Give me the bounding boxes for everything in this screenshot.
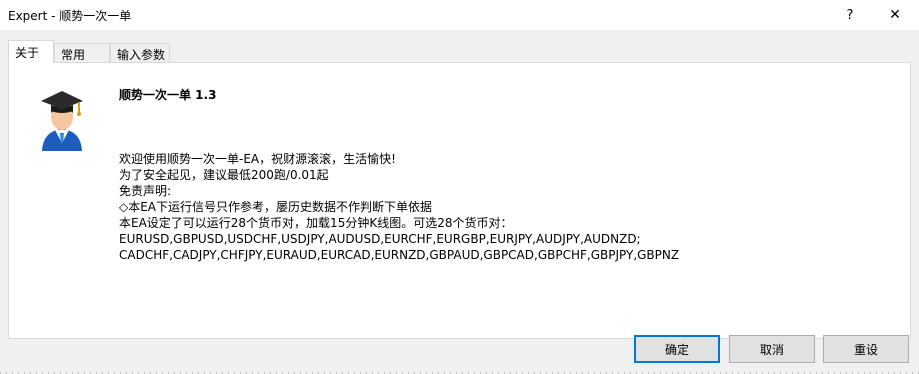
help-button[interactable]: ? — [827, 0, 873, 30]
tab-about[interactable]: 关于 — [8, 40, 54, 63]
description-line: CADCHF,CADJPY,CHFJPY,EURAUD,EURCAD,EURNZ… — [119, 248, 679, 262]
cancel-button[interactable]: 取消 — [729, 335, 815, 363]
description-line: ◇本EA下运行信号只作参考，屡历史数据不作判断下单依据 — [119, 200, 433, 214]
about-panel: 顺势一次一单 1.3 欢迎使用顺势一次一单-EA，祝财源滚滚，生活愉快! 为了安… — [8, 62, 911, 339]
expert-graduate-icon — [41, 91, 83, 151]
reset-button[interactable]: 重设 — [823, 335, 909, 363]
ea-name: 顺势一次一单 1.3 — [119, 88, 217, 102]
tab-common[interactable]: 常用 — [54, 43, 110, 62]
description-line: 本EA设定了可以运行28个货币对，加载15分钟K线图。可选28个货币对： — [119, 216, 513, 230]
description-line: 为了安全起见，建议最低200跑/0.01起 — [119, 168, 329, 182]
description-line: 免责声明: — [119, 184, 172, 198]
close-button[interactable]: ✕ — [872, 0, 918, 30]
ok-button[interactable]: 确定 — [634, 335, 720, 363]
title-bar: Expert - 顺势一次一单 ? ✕ — [0, 0, 919, 30]
description: 欢迎使用顺势一次一单-EA，祝财源滚滚，生活愉快! 为了安全起见，建议最低200… — [119, 151, 679, 263]
description-line: 欢迎使用顺势一次一单-EA，祝财源滚滚，生活愉快! — [119, 152, 396, 166]
tab-inputs[interactable]: 输入参数 — [110, 43, 170, 62]
description-line: EURUSD,GBPUSD,USDCHF,USDJPY,AUDUSD,EURCH… — [119, 232, 641, 246]
window-title: Expert - 顺势一次一单 — [8, 9, 132, 23]
